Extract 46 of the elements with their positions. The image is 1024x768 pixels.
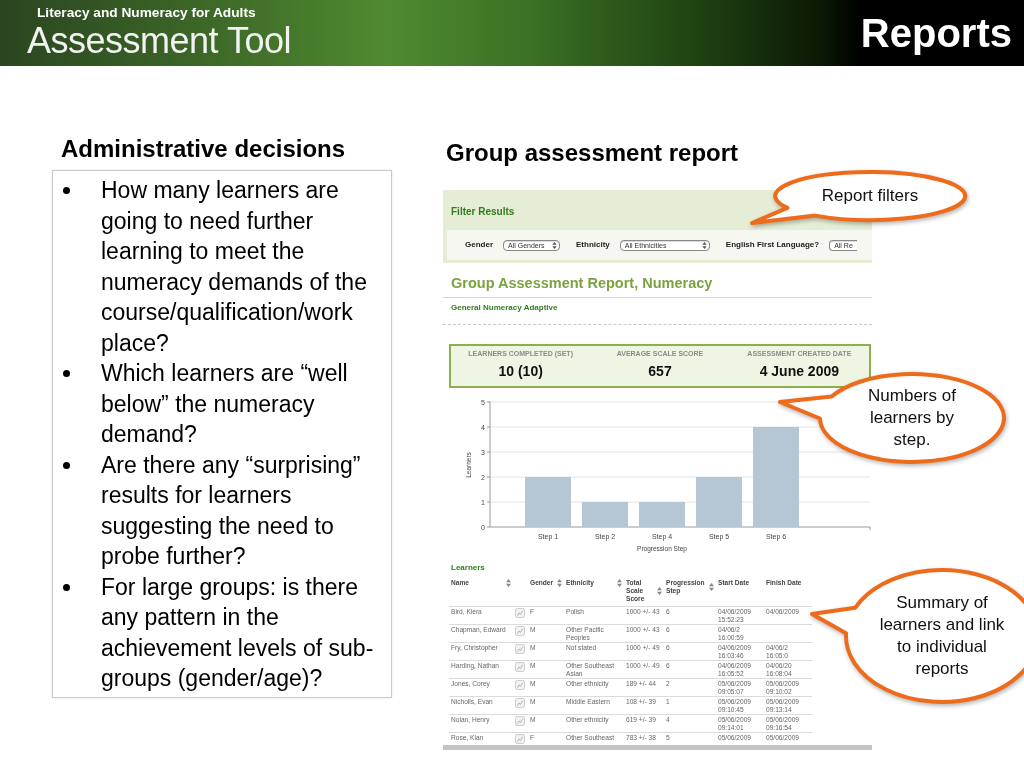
filter-label: English First Language? xyxy=(725,239,820,251)
line-chart-icon[interactable] xyxy=(515,716,525,726)
section-title: Learners xyxy=(451,563,485,573)
callout-text: Numbers of learners by step. xyxy=(867,385,957,451)
sort-icon[interactable] xyxy=(617,579,622,587)
chart-bar xyxy=(525,477,571,527)
summary-value: 10 (10) xyxy=(497,363,544,380)
bullet-icon xyxy=(63,583,70,591)
sort-icon[interactable] xyxy=(657,587,662,595)
panel-title: Filter Results xyxy=(451,206,515,218)
filter-label: Gender xyxy=(465,239,493,251)
section-heading: Administrative decisions xyxy=(61,135,347,163)
select-arrows-icon xyxy=(552,241,557,249)
line-chart-icon[interactable] xyxy=(515,680,525,690)
sort-icon[interactable] xyxy=(557,579,562,587)
callout-text: Report filters xyxy=(821,185,919,207)
bullet-text: For large groups: is there any pattern in the achievement levels of sub-groups (gender/age)? xyxy=(101,572,375,693)
report-title: Group Assessment Report, Numeracy xyxy=(443,274,872,298)
slide-title: Reports xyxy=(860,10,1013,56)
logo-tagline: Literacy and Numeracy for Adults xyxy=(36,5,257,21)
bullet-text: Which learners are “well below” the numeracy demand? xyxy=(101,359,349,449)
line-chart-icon[interactable] xyxy=(515,608,525,618)
line-chart-icon[interactable] xyxy=(515,626,525,636)
line-chart-icon[interactable] xyxy=(515,644,525,654)
sort-icon[interactable] xyxy=(506,579,511,587)
chart-bar xyxy=(696,477,742,527)
chart-bar xyxy=(639,502,685,527)
section-heading: Group assessment report xyxy=(446,139,740,167)
callout-text: Summary of learners and link to individual reports xyxy=(878,592,1006,680)
logo-title: Assessment Tool xyxy=(27,21,291,61)
horizontal-scrollbar[interactable] xyxy=(443,745,872,750)
filter-label: Ethnicity xyxy=(576,239,610,251)
summary-value: 4 June 2009 xyxy=(758,363,840,380)
line-chart-icon[interactable] xyxy=(515,698,525,708)
bullet-text: How many learners are going to need further learning to meet the numeracy demands of the course/qualification/work place? xyxy=(101,176,368,358)
bullet-icon xyxy=(63,461,70,469)
bullet-icon xyxy=(63,370,70,377)
sort-icon[interactable] xyxy=(709,583,714,591)
line-chart-icon[interactable] xyxy=(515,734,525,744)
line-chart-icon[interactable] xyxy=(515,662,525,672)
summary-value: 657 xyxy=(647,363,673,380)
select-arrows-icon xyxy=(701,241,707,249)
bullet-text: Are there any “surprising” results for learners suggesting the need to probe further? xyxy=(101,450,362,571)
report-subtitle: General Numeracy Adaptive xyxy=(443,298,872,325)
chart-bar xyxy=(582,502,628,527)
bullet-icon xyxy=(63,187,70,194)
